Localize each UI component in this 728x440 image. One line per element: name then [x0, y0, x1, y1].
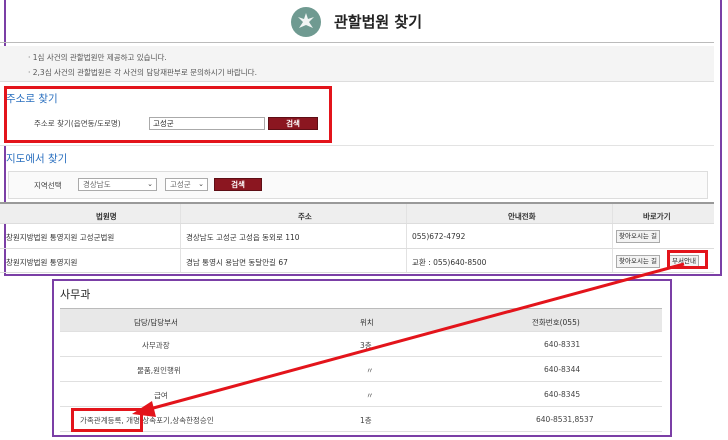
arrow-line [145, 262, 685, 412]
annotation-arrow [132, 262, 685, 417]
arrow-head [132, 401, 156, 417]
